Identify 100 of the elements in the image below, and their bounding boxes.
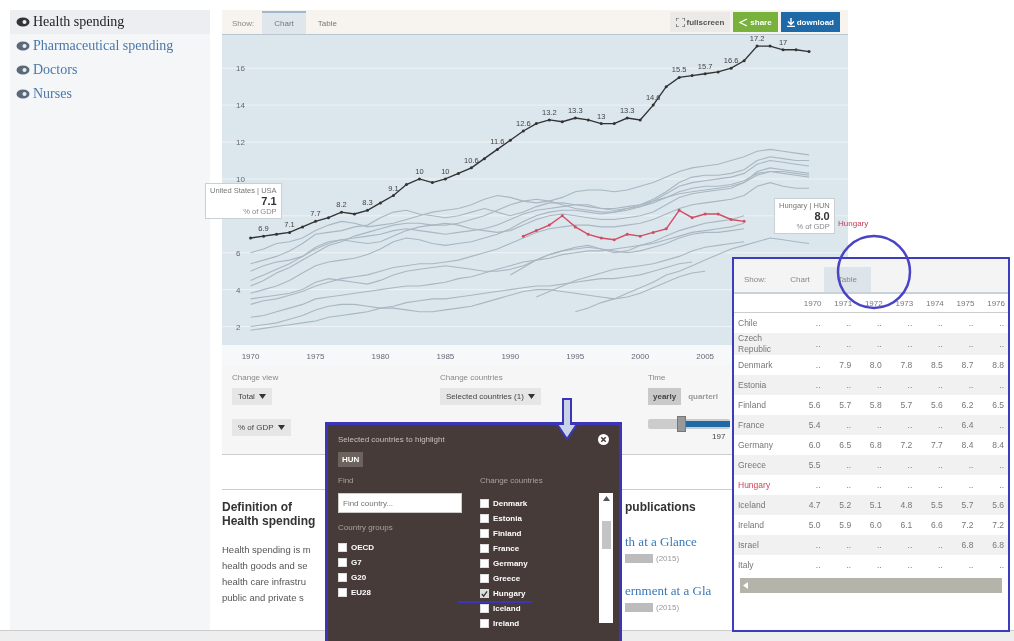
table-cell: .. — [916, 415, 947, 435]
column-header: 1972 — [855, 294, 886, 313]
table-cell: .. — [977, 455, 1008, 475]
table-cell: 5.2 — [824, 495, 856, 515]
table-cell: .. — [946, 375, 978, 395]
table-cell: 5.5 — [916, 495, 947, 515]
table-cell: 8.7 — [946, 355, 978, 375]
table-cell: .. — [794, 555, 825, 575]
table-cell: 7.8 — [885, 355, 917, 375]
table-cell: .. — [916, 312, 947, 333]
table-cell: .. — [916, 375, 947, 395]
table-cell: .. — [885, 333, 917, 355]
row-header: Estonia — [734, 375, 794, 395]
table-cell: .. — [824, 312, 856, 333]
table-cell: 7.7 — [916, 435, 947, 455]
range-label: 197 — [712, 432, 726, 441]
table-cell: 5.9 — [824, 515, 856, 535]
row-header: Hungary — [734, 475, 794, 495]
table-cell: 6.4 — [946, 415, 978, 435]
column-header: 1973 — [885, 294, 917, 313]
row-header: Ireland — [734, 515, 794, 535]
table-cell: .. — [824, 415, 856, 435]
table-cell: 6.8 — [855, 435, 886, 455]
section-heading: Definition of Health spending — [222, 500, 317, 528]
table-cell: .. — [824, 535, 856, 555]
table-cell: 7.2 — [946, 515, 978, 535]
table-cell: .. — [855, 312, 886, 333]
column-header: 1974 — [916, 294, 947, 313]
table-cell: .. — [855, 415, 886, 435]
table-cell: .. — [916, 555, 947, 575]
axis-label: 1995 — [566, 352, 585, 361]
table-cell: 6.2 — [946, 395, 978, 415]
table-cell: 7.2 — [885, 435, 917, 455]
table-cell: 8.4 — [977, 435, 1008, 455]
axis-label: 2 — [236, 322, 241, 332]
column-header: 1975 — [946, 294, 978, 313]
table-cell: .. — [794, 333, 825, 355]
table-cell: .. — [885, 415, 917, 435]
table-cell: .. — [855, 455, 886, 475]
table-cell: .. — [855, 555, 886, 575]
column-header: 1970 — [794, 294, 825, 313]
axis-label: 10 — [236, 174, 245, 184]
table-cell: 7.2 — [977, 515, 1008, 535]
table-cell: .. — [855, 333, 886, 355]
column-header: 1971 — [824, 294, 856, 313]
table-cell: 7.9 — [824, 355, 856, 375]
table-cell: .. — [855, 375, 886, 395]
table-cell: .. — [794, 475, 825, 495]
row-header: Czech Republic — [734, 333, 794, 355]
table-cell: .. — [824, 333, 856, 355]
field-label: Find — [338, 476, 355, 485]
field-label: Time — [648, 373, 666, 382]
axis-label: 1980 — [371, 352, 390, 361]
table-cell: .. — [977, 475, 1008, 495]
table-cell: 5.4 — [794, 415, 825, 435]
table-cell: .. — [885, 535, 917, 555]
table-cell: .. — [794, 375, 825, 395]
field-label: Change countries — [480, 476, 544, 485]
axis-label: 1985 — [436, 352, 455, 361]
row-header: Israel — [734, 535, 794, 555]
table-cell: 6.0 — [794, 435, 825, 455]
series-label: Hungary — [838, 219, 869, 228]
table-cell: .. — [885, 455, 917, 475]
table-cell: .. — [855, 475, 886, 495]
row-header: Germany — [734, 435, 794, 455]
table-cell: 5.1 — [855, 495, 886, 515]
axis-label: 12 — [236, 138, 245, 147]
table-cell: 6.8 — [946, 535, 978, 555]
tabs-label: Show: — [232, 19, 256, 30]
table-cell: 8.0 — [855, 355, 886, 375]
paragraph: Health spending is m health goods and se health care infrastru public and private s — [222, 543, 311, 605]
column-header: 1976 — [977, 294, 1008, 313]
table-cell: .. — [946, 312, 978, 333]
table-cell: .. — [916, 333, 947, 355]
table-cell: 5.6 — [794, 395, 825, 415]
table-cell: 5.5 — [794, 455, 825, 475]
axis-label: 2005 — [696, 352, 715, 361]
table-cell: 5.8 — [855, 395, 886, 415]
axis-label: 6 — [236, 248, 241, 258]
year-label: (2015) — [656, 554, 680, 563]
table-cell: 5.7 — [885, 395, 917, 415]
table-cell: .. — [824, 375, 856, 395]
year-label: (2015) — [656, 603, 680, 612]
table-cell: 5.0 — [794, 515, 825, 535]
table-cell: 6.5 — [977, 395, 1008, 415]
tooltip-value: 7.1 — [260, 195, 277, 207]
axis-label: 14 — [236, 101, 245, 111]
axis-label: 2000 — [631, 352, 650, 361]
table-cell: 6.8 — [977, 535, 1008, 555]
table-cell: .. — [977, 333, 1008, 355]
table-cell: 6.6 — [916, 515, 947, 535]
tooltip-value: 8.0 — [813, 210, 830, 222]
table-cell: 8.5 — [916, 355, 947, 375]
row-header: Denmark — [734, 355, 794, 375]
row-header: Iceland — [734, 495, 794, 515]
row-header: Greece — [734, 455, 794, 475]
axis-label: 1990 — [501, 352, 520, 361]
section-heading: publications — [625, 500, 696, 514]
table-cell: .. — [916, 535, 947, 555]
table-cell: .. — [946, 475, 978, 495]
